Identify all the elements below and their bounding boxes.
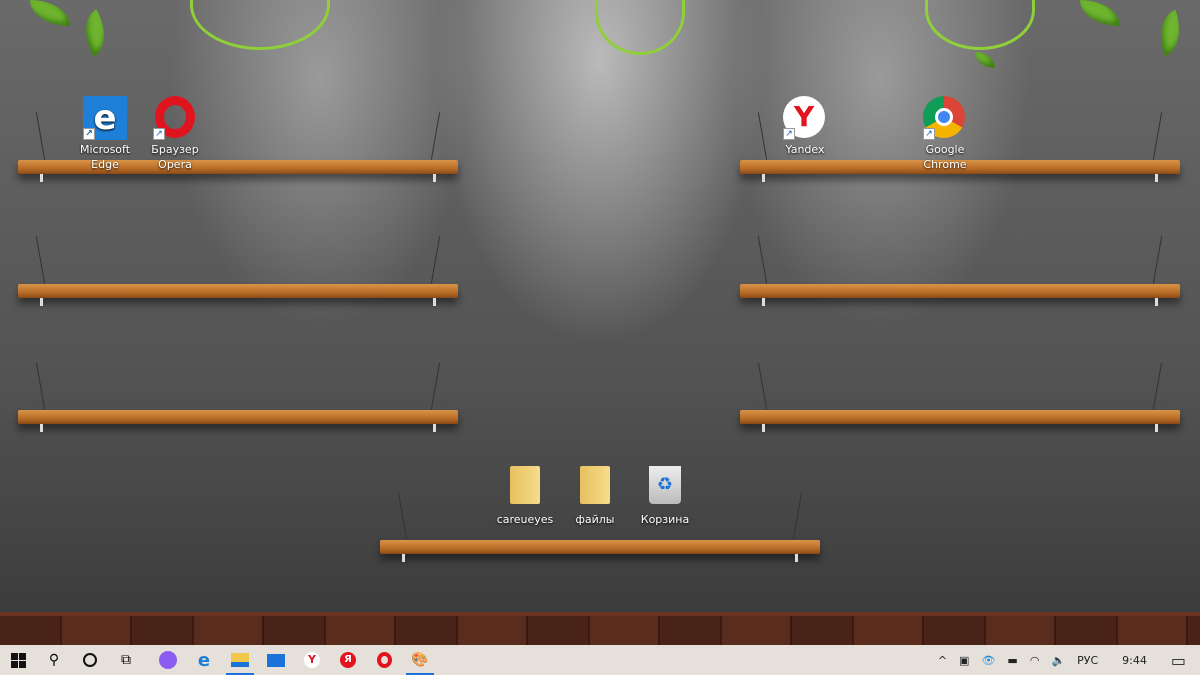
opera-icon: ↗ xyxy=(153,96,197,140)
eye-icon[interactable]: 👁 xyxy=(981,654,995,667)
search-button[interactable]: ⚲ xyxy=(36,645,72,675)
taskbar-file-explorer[interactable] xyxy=(222,645,258,675)
search-icon: ⚲ xyxy=(48,652,60,668)
taskbar: ⚲ ⧉ e Y Я 🎨 ^ ▣ 👁 ▬ ◠ 🔈 РУС 9:44 ▭ xyxy=(0,645,1200,675)
desktop: e ↗ Microsoft Edge ↗ Браузер Opera Y ↗ Yan… xyxy=(0,0,1200,645)
careueyes-tray-icon[interactable]: ▣ xyxy=(959,654,969,667)
yandex-icon: Y ↗ xyxy=(783,96,827,140)
folder-icon xyxy=(573,466,617,510)
yandex-browser-icon: Y xyxy=(304,652,320,668)
taskbar-yandex[interactable]: Я xyxy=(330,645,366,675)
shortcut-arrow-icon: ↗ xyxy=(783,128,795,140)
taskbar-opera[interactable] xyxy=(366,645,402,675)
wooden-shelf xyxy=(18,236,458,306)
leaf-decoration xyxy=(1150,9,1190,57)
desktop-icon-files[interactable]: файлы xyxy=(560,466,630,527)
volume-icon[interactable]: 🔈 xyxy=(1051,654,1065,667)
desktop-icon-recycle-bin[interactable]: ♻ Корзина xyxy=(630,466,700,527)
wooden-shelf xyxy=(18,362,458,432)
leaf-decoration xyxy=(1080,0,1120,26)
icon-label: Yandex xyxy=(785,143,825,156)
shortcut-arrow-icon: ↗ xyxy=(153,128,165,140)
yandex-icon: Я xyxy=(340,652,356,668)
icon-label: файлы xyxy=(575,513,615,526)
notifications-icon[interactable]: ▭ xyxy=(1171,651,1186,670)
clock[interactable]: 9:44 xyxy=(1122,654,1147,667)
icon-label: Браузер Opera xyxy=(151,143,199,171)
language-indicator[interactable]: РУС xyxy=(1077,654,1098,667)
icon-label: Google Chrome xyxy=(923,143,967,171)
icon-label: Microsoft Edge xyxy=(79,143,131,171)
desktop-icon-opera[interactable]: ↗ Браузер Opera xyxy=(140,96,210,172)
taskbar-yandex-browser[interactable]: Y xyxy=(294,645,330,675)
desktop-icon-chrome[interactable]: ↗ Google Chrome xyxy=(910,96,980,172)
task-view-button[interactable]: ⧉ xyxy=(108,645,144,675)
icon-label: Корзина xyxy=(640,513,690,526)
desktop-icon-edge[interactable]: e ↗ Microsoft Edge xyxy=(70,96,140,172)
start-button[interactable] xyxy=(0,645,36,675)
task-view-icon: ⧉ xyxy=(121,652,131,668)
mail-icon xyxy=(267,653,285,667)
desktop-icon-yandex[interactable]: Y ↗ Yandex xyxy=(770,96,840,157)
chrome-icon: ↗ xyxy=(923,96,967,140)
recycle-bin-icon: ♻ xyxy=(643,466,687,510)
wooden-shelf xyxy=(380,492,820,562)
edge-icon: e xyxy=(197,649,211,671)
wooden-shelf xyxy=(740,236,1180,306)
wifi-icon[interactable]: ◠ xyxy=(1030,654,1040,667)
edge-icon: e ↗ xyxy=(83,96,127,140)
folder-icon xyxy=(503,466,547,510)
vine-decoration xyxy=(190,0,330,50)
alice-icon xyxy=(159,651,177,669)
leaf-decoration xyxy=(975,52,995,68)
leaf-decoration xyxy=(73,9,117,57)
windows-icon xyxy=(10,652,26,668)
taskbar-alice[interactable] xyxy=(150,645,186,675)
icon-label: careueyes xyxy=(496,513,554,526)
shortcut-arrow-icon: ↗ xyxy=(83,128,95,140)
system-tray: ^ ▣ 👁 ▬ ◠ 🔈 РУС 9:44 ▭ xyxy=(932,645,1200,675)
leaf-decoration xyxy=(30,0,70,26)
shortcut-arrow-icon: ↗ xyxy=(923,128,935,140)
paint-icon: 🎨 xyxy=(411,652,429,668)
vine-decoration xyxy=(925,0,1035,50)
taskbar-edge[interactable]: e xyxy=(186,645,222,675)
opera-icon xyxy=(376,652,392,668)
battery-icon[interactable]: ▬ xyxy=(1007,654,1017,667)
cortana-icon xyxy=(83,653,97,667)
cortana-button[interactable] xyxy=(72,645,108,675)
folder-icon xyxy=(231,653,249,667)
wooden-floor xyxy=(0,612,1200,645)
show-hidden-icons-chevron-icon[interactable]: ^ xyxy=(938,654,947,667)
wooden-shelf xyxy=(740,362,1180,432)
taskbar-paint[interactable]: 🎨 xyxy=(402,645,438,675)
desktop-icon-careueyes[interactable]: careueyes xyxy=(490,466,560,527)
vine-decoration xyxy=(595,0,685,55)
taskbar-mail[interactable] xyxy=(258,645,294,675)
